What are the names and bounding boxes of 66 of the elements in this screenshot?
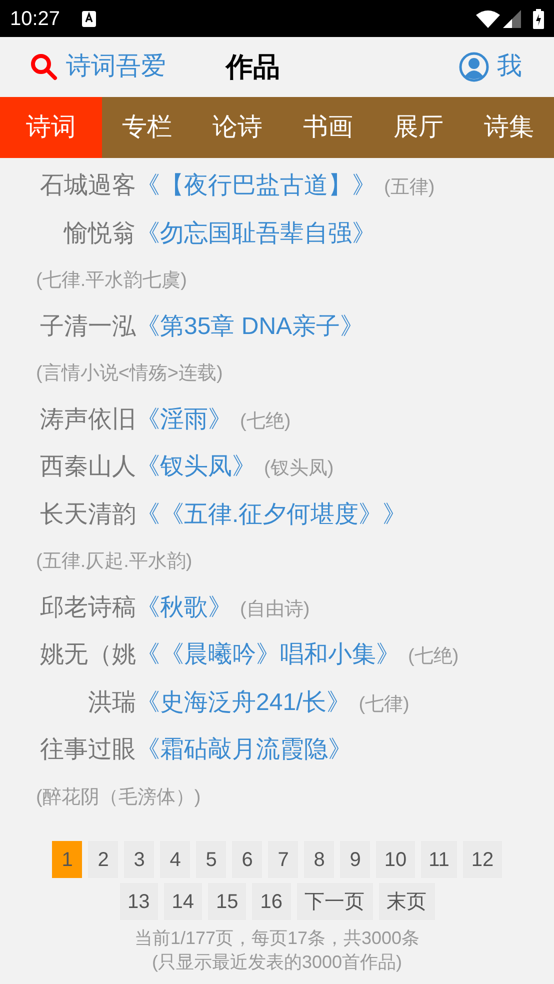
work-genre: (七绝) [408,646,459,667]
nav-tab[interactable]: 展厅 [373,97,464,158]
page-button[interactable]: 末页 [378,883,434,920]
page-button[interactable]: 8 [304,841,334,878]
author-name: 子清一泓 [39,312,136,342]
page-button[interactable]: 6 [232,841,262,878]
profile-link[interactable]: 我 [497,48,522,86]
work-genre: (钗头凤) [264,458,334,479]
work-title-link[interactable]: 《钗头凤》 [136,453,256,480]
page-button[interactable]: 下一页 [296,883,372,920]
author-name: 姚无（姚 [39,640,136,670]
author-name: 西秦山人 [39,452,136,482]
page-button[interactable]: 4 [160,841,190,878]
work-title-link[interactable]: 《勿忘国耻吾辈自强》 [136,220,376,246]
site-name-link[interactable]: 诗词吾爱 [66,48,226,86]
author-name: 长天清韵 [39,500,136,530]
page-button[interactable]: 16 [252,883,290,920]
search-icon[interactable] [30,53,58,81]
page-title: 作品 [226,50,280,84]
work-title-link[interactable]: 《【夜行巴盐古道】》 [136,172,376,199]
nav-tab[interactable]: 诗词 [0,97,102,158]
nav-tab[interactable]: 书画 [282,97,374,158]
work-title-link[interactable]: 《霜砧敲月流霞隐》 [136,736,352,763]
work-title-link[interactable]: 《淫雨》 [136,406,232,432]
author-name: 邱老诗稿 [39,592,136,622]
nav-tab[interactable]: 诗集 [464,97,554,158]
page-button[interactable]: 9 [340,841,370,878]
author-name: 愉悦翁 [62,218,136,248]
page-button[interactable]: 7 [268,841,298,878]
author-name: 涛声依旧 [39,404,136,434]
work-title-link[interactable]: 《史海泛舟241/长》 [136,688,351,716]
work-title-link[interactable]: 《秋歌》 [136,594,232,620]
signal-icon [503,10,521,28]
work-genre: (五律.仄起.平水韵) [36,551,192,572]
page-button[interactable]: 13 [120,883,158,920]
nav-tab[interactable]: 专栏 [102,97,192,158]
page-button[interactable]: 11 [420,841,458,878]
page-button[interactable]: 12 [463,841,502,878]
page-button[interactable]: 3 [124,841,154,878]
work-genre: (醉花阴（毛滂体）) [36,786,201,808]
page-button[interactable]: 5 [196,841,226,878]
page-button[interactable]: 14 [164,883,202,920]
work-title-link[interactable]: 《第35章 DNA亲子》 [136,312,364,340]
work-genre: (七绝) [240,410,291,432]
nav-tab[interactable]: 论诗 [192,97,283,158]
author-name: 洪瑞 [87,688,136,718]
author-name: 石城過客 [39,171,136,201]
page-button[interactable]: 10 [376,841,415,878]
work-title-link[interactable]: 《《五律.征夕何堪度》》 [136,500,407,528]
author-name: 往事过眼 [39,735,136,765]
page-button[interactable]: 2 [88,841,118,878]
user-icon[interactable] [459,52,489,82]
page-button[interactable]: 1 [52,841,82,878]
work-genre: (五律) [384,177,435,198]
wifi-icon [476,10,500,28]
work-genre: (七律.平水韵七虞) [36,270,187,291]
work-genre: (自由诗) [240,598,310,620]
page-button[interactable]: 15 [208,883,246,920]
work-title-link[interactable]: 《《晨曦吟》唱和小集》 [136,641,400,668]
display-note: (只显示最近发表的3000首作品) [150,951,404,974]
work-genre: (七律) [358,694,410,714]
keyboard-icon [82,10,96,26]
battery-icon [533,8,544,28]
status-time: 10:27 [10,6,60,32]
page-summary: 当前1/177页，每页17条，共3000条 [133,927,421,950]
work-genre: (言情小说<情殇>连载) [36,363,223,384]
